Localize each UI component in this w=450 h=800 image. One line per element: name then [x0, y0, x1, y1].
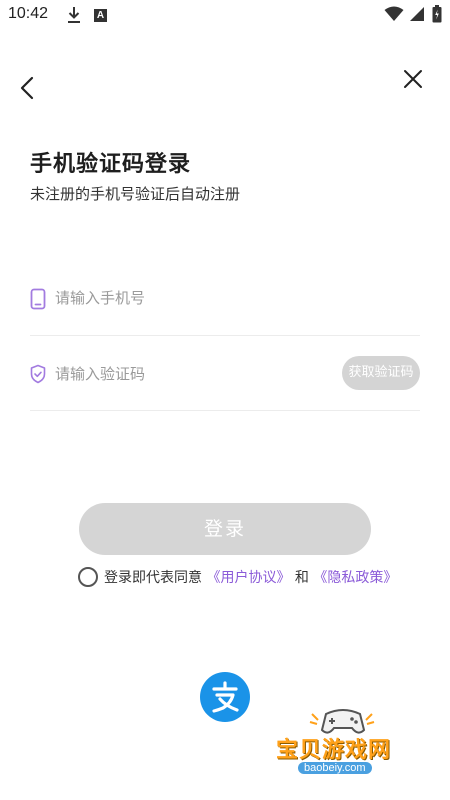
a-badge-icon: A [94, 9, 107, 22]
alipay-icon [212, 681, 239, 713]
close-button[interactable] [400, 66, 426, 92]
agreement-conjunction: 和 [294, 570, 309, 586]
phone-field [30, 274, 420, 336]
wifi-icon [384, 6, 404, 26]
shield-check-icon [30, 364, 46, 388]
status-bar: 10:42 A [0, 0, 450, 32]
alipay-login-button[interactable] [200, 672, 250, 722]
agreement-checkbox[interactable] [78, 566, 98, 587]
status-time: 10:42 [8, 5, 49, 22]
agreement-row: 登录即代表同意 《用户协议》 和 《隐私政策》 [78, 566, 438, 590]
signal-icon [409, 6, 425, 26]
phone-input[interactable] [55, 284, 355, 312]
battery-icon [432, 5, 442, 27]
watermark-text: 宝贝游戏网 [276, 738, 392, 763]
watermark-url: baobeiy.com [298, 762, 372, 774]
agreement-prefix: 登录即代表同意 [104, 570, 202, 586]
watermark: 宝贝游戏网 baobeiy.com [268, 700, 418, 792]
page-subtitle: 未注册的手机号验证后自动注册 [30, 185, 241, 203]
get-code-button[interactable]: 获取验证码 [342, 356, 420, 390]
login-button[interactable]: 登录 [79, 503, 371, 555]
code-field: 获取验证码 [30, 350, 420, 411]
user-agreement-link[interactable]: 《用户协议》 [206, 570, 290, 586]
download-icon [66, 6, 82, 28]
privacy-policy-link[interactable]: 《隐私政策》 [313, 570, 397, 586]
page-title: 手机验证码登录 [30, 152, 192, 177]
code-input[interactable] [55, 360, 355, 388]
close-icon [404, 70, 422, 88]
back-button[interactable] [16, 74, 40, 102]
chevron-left-icon [20, 76, 34, 100]
phone-icon [30, 288, 46, 314]
